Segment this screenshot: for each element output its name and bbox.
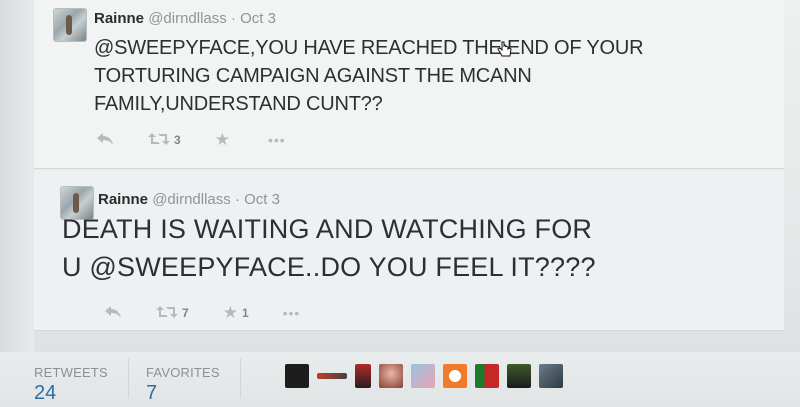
avatar[interactable] xyxy=(317,373,347,379)
favorite-button[interactable]: ★ xyxy=(215,130,234,150)
separator: · xyxy=(230,10,236,27)
tweet-text-line: TORTURING CAMPAIGN AGAINST THE MCANN xyxy=(94,65,532,87)
hand-cursor-icon xyxy=(497,41,513,64)
stat-divider xyxy=(128,358,129,398)
favorites-stat[interactable]: FAVORITES 7 xyxy=(146,365,220,405)
tweet[interactable]: Rainne @dirndllass · Oct 3 @SWEEPYFACE,Y… xyxy=(34,0,784,169)
star-icon: ★ xyxy=(214,130,230,149)
avatar[interactable] xyxy=(285,364,309,388)
reply-icon xyxy=(96,132,114,149)
favorite-button[interactable]: ★ 1 xyxy=(223,303,249,323)
tweet-actions: 7 ★ 1 ••• xyxy=(104,303,334,323)
tweet-header: Rainne @dirndllass · Oct 3 xyxy=(98,191,280,208)
star-icon: ★ xyxy=(222,303,238,322)
reply-icon xyxy=(104,305,122,322)
retweet-count: 3 xyxy=(174,133,181,147)
retweet-button[interactable]: 7 xyxy=(156,305,189,322)
avatar[interactable] xyxy=(539,364,563,388)
more-button[interactable]: ••• xyxy=(268,132,286,148)
reply-button[interactable] xyxy=(96,132,114,149)
favoriter-avatars xyxy=(285,364,571,388)
tweet-header: Rainne @dirndllass · Oct 3 xyxy=(94,10,276,27)
avatar[interactable] xyxy=(475,364,499,388)
retweets-label: RETWEETS xyxy=(34,365,108,380)
user-name[interactable]: Rainne xyxy=(94,10,144,27)
avatar[interactable] xyxy=(507,364,531,388)
more-button[interactable]: ••• xyxy=(283,305,301,321)
more-icon: ••• xyxy=(282,305,301,321)
tweet-actions: 3 ★ ••• xyxy=(96,130,320,150)
tweet-text-line: FAMILY,UNDERSTAND CUNT?? xyxy=(94,93,383,115)
retweet-count: 7 xyxy=(182,306,189,320)
avatar[interactable] xyxy=(379,364,403,388)
user-handle[interactable]: @dirndllass xyxy=(152,191,231,208)
avatar[interactable] xyxy=(355,364,371,388)
tweet-text: @SWEEPYFACE,YOU HAVE REACHED THE END OF … xyxy=(94,34,644,118)
tweet-text-line: U @SWEEPYFACE..DO YOU FEEL IT???? xyxy=(62,252,596,282)
user-handle[interactable]: @dirndllass xyxy=(148,10,227,27)
tweet-date[interactable]: Oct 3 xyxy=(244,191,280,208)
retweets-value: 24 xyxy=(34,382,57,404)
user-name[interactable]: Rainne xyxy=(98,191,148,208)
avatar[interactable] xyxy=(53,8,87,42)
avatar[interactable] xyxy=(443,364,467,388)
tweet-date[interactable]: Oct 3 xyxy=(240,10,276,27)
tweet-text-line: DEATH IS WAITING AND WATCHING FOR xyxy=(62,214,593,244)
monitor-bezel xyxy=(0,0,34,407)
retweets-stat[interactable]: RETWEETS 24 xyxy=(34,365,108,405)
tweet-text: DEATH IS WAITING AND WATCHING FOR U @SWE… xyxy=(62,210,596,286)
favorites-value: 7 xyxy=(146,382,158,404)
retweet-button[interactable]: 3 xyxy=(148,132,181,149)
favorite-count: 1 xyxy=(241,306,249,320)
tweet-text-line: @SWEEPYFACE,YOU HAVE REACHED THE END OF … xyxy=(94,37,644,59)
retweet-icon xyxy=(148,132,170,149)
separator: · xyxy=(234,191,240,208)
more-icon: ••• xyxy=(267,132,286,148)
retweet-icon xyxy=(156,305,178,322)
favorites-label: FAVORITES xyxy=(146,365,220,380)
stat-divider xyxy=(240,358,241,398)
avatar[interactable] xyxy=(411,364,435,388)
reply-button[interactable] xyxy=(104,305,122,322)
